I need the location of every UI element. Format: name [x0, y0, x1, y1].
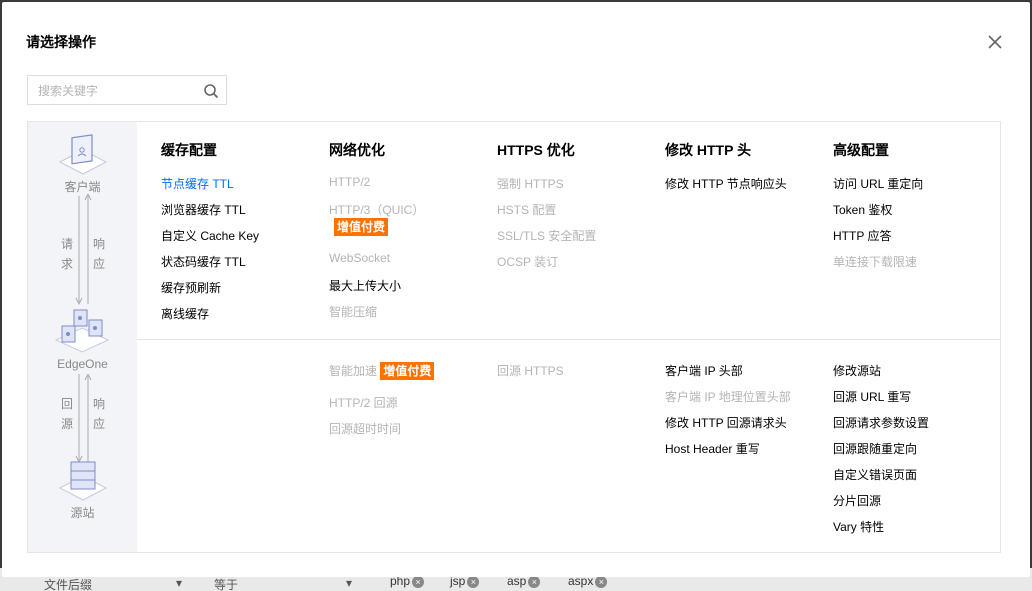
item-origin-follow-redirect[interactable]: 回源跟随重定向 [833, 440, 917, 457]
item-single-connection-rate-limit: 单连接下载限速 [833, 255, 918, 269]
operation-panel: 客户端 请求 响应 EdgeOne 回源 响应 源站 缓存配置 节点缓存 TTL… [27, 121, 1001, 553]
item-max-upload-size[interactable]: 最大上传大小 [329, 277, 401, 294]
item-origin-url-rewrite[interactable]: 回源 URL 重写 [833, 388, 911, 405]
flow-origin-label: 源站 [70, 506, 95, 520]
flow-response-label: 响应 [92, 237, 105, 271]
bg-operator-select: 等于 [214, 578, 239, 591]
column-title-https: HTTPS 优化 [497, 142, 575, 158]
item-browser-cache-ttl[interactable]: 浏览器缓存 TTL [161, 201, 246, 218]
item-offline-cache[interactable]: 离线缓存 [161, 305, 209, 322]
item-smart-acceleration: 智能加速 增值付费 [329, 362, 435, 380]
column-title-cache: 缓存配置 [161, 142, 217, 158]
flow-edge-label: EdgeOne [57, 357, 108, 371]
item-http-response[interactable]: HTTP 应答 [833, 227, 891, 244]
section-divider [137, 339, 1000, 340]
chevron-down-icon: ▾ [176, 576, 183, 590]
value-added-badge: 增值付费 [334, 218, 389, 236]
flow-diagram: 客户端 请求 响应 EdgeOne 回源 响应 源站 [28, 122, 137, 552]
item-origin-https: 回源 HTTPS [497, 364, 564, 378]
item-custom-cache-key[interactable]: 自定义 Cache Key [161, 227, 259, 244]
column-title-advanced: 高级配置 [833, 142, 889, 158]
item-url-redirect[interactable]: 访问 URL 重定向 [833, 175, 923, 192]
item-custom-error-page[interactable]: 自定义错误页面 [833, 466, 917, 483]
item-origin-timeout: 回源超时时间 [329, 422, 402, 436]
item-force-https: 强制 HTTPS [497, 177, 564, 191]
item-status-code-cache-ttl[interactable]: 状态码缓存 TTL [161, 253, 246, 270]
item-token-auth[interactable]: Token 鉴权 [833, 201, 892, 218]
item-modify-origin-request-header[interactable]: 修改 HTTP 回源请求头 [665, 414, 787, 431]
item-origin-request-params[interactable]: 回源请求参数设置 [833, 414, 929, 431]
item-hsts: HSTS 配置 [497, 203, 557, 217]
close-button[interactable] [985, 32, 1005, 52]
item-smart-compression: 智能压缩 [329, 305, 378, 319]
arrow-down-icon [75, 196, 83, 306]
search-icon[interactable] [203, 83, 219, 99]
close-icon[interactable] [985, 32, 1005, 52]
flow-back-to-origin-label: 回源 [60, 397, 73, 431]
client-icon [58, 134, 108, 175]
item-host-header-rewrite[interactable]: Host Header 重写 [665, 440, 760, 457]
item-node-cache-ttl[interactable]: 节点缓存 TTL [161, 175, 234, 192]
item-cache-prefresh[interactable]: 缓存预刷新 [161, 279, 221, 296]
item-http3-quic: HTTP/3（QUIC） [329, 203, 425, 217]
item-vary[interactable]: Vary 特性 [833, 518, 884, 535]
search-input[interactable] [38, 82, 198, 100]
arrow-down-icon [75, 374, 83, 464]
search-box[interactable] [27, 75, 227, 105]
flow-request-label: 请求 [60, 237, 73, 271]
item-ssl-tls-security: SSL/TLS 安全配置 [497, 229, 597, 243]
dialog-title: 请选择操作 [26, 34, 96, 50]
item-client-ip-geo-header: 客户端 IP 地理位置头部 [665, 390, 791, 404]
edge-server-icon [54, 309, 110, 353]
column-title-network: 网络优化 [329, 142, 385, 158]
item-client-ip-header[interactable]: 客户端 IP 头部 [665, 362, 743, 379]
arrow-up-icon [84, 374, 92, 464]
flow-client-label: 客户端 [64, 180, 101, 194]
value-added-badge: 增值付费 [380, 362, 435, 380]
item-range-origin[interactable]: 分片回源 [833, 492, 881, 509]
item-modify-node-response-header[interactable]: 修改 HTTP 节点响应头 [665, 175, 787, 192]
chevron-down-icon: ▾ [346, 576, 353, 590]
item-ocsp-stapling: OCSP 装订 [497, 255, 559, 269]
column-title-http-header: 修改 HTTP 头 [665, 142, 752, 158]
arrow-up-icon [84, 194, 92, 304]
item-http2: HTTP/2 [329, 175, 371, 189]
bg-field-select: 文件后缀 [44, 578, 93, 591]
operation-select-dialog: 请选择操作 客户端 请求 [2, 2, 1030, 577]
origin-server-icon [58, 461, 108, 501]
flow-origin-response-label: 响应 [92, 397, 105, 431]
item-http2-origin: HTTP/2 回源 [329, 396, 398, 410]
item-modify-origin[interactable]: 修改源站 [833, 362, 881, 379]
item-websocket: WebSocket [329, 251, 391, 265]
